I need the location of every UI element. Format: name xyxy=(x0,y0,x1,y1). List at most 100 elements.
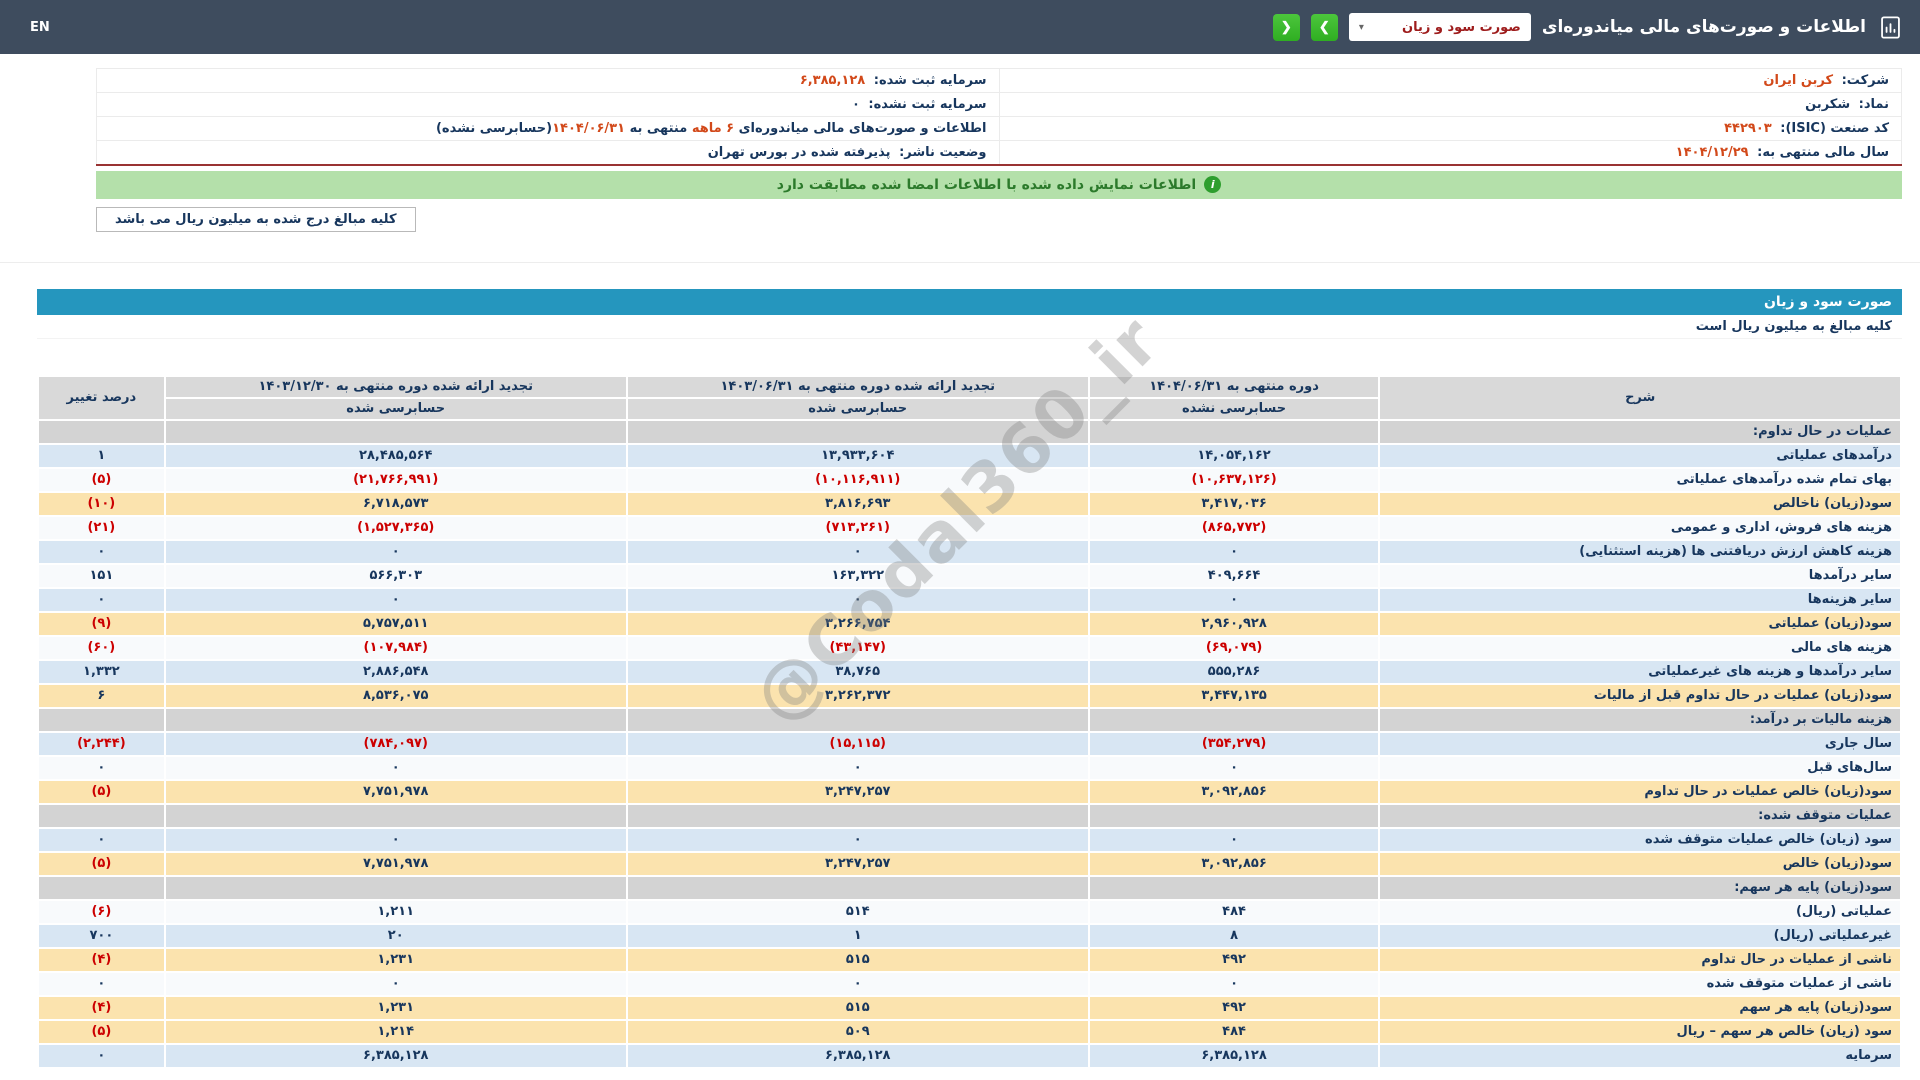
statement-table-header: شرح دوره منتهی به ۱۴۰۴/۰۶/۳۱ تجدید ارائه… xyxy=(38,376,1901,420)
value-cell: (۳۵۴,۲۷۹) xyxy=(1089,732,1380,756)
value-cell: (۱۰,۶۳۷,۱۲۶) xyxy=(1089,468,1380,492)
info-cell-right: کد صنعت (ISIC): ۴۴۲۹۰۳ xyxy=(999,117,1902,141)
value-cell: ۰ xyxy=(1089,972,1380,996)
nav-forward-button[interactable]: ❮ xyxy=(1273,14,1300,41)
row-label: سال جاری xyxy=(1379,732,1901,756)
value-cell: ۳,۰۹۲,۸۵۶ xyxy=(1089,852,1380,876)
value-cell xyxy=(627,876,1089,900)
value-cell: ۰ xyxy=(165,540,627,564)
statement-row: سایر درآمدها۴۰۹,۶۶۴۱۶۳,۳۲۲۵۶۶,۳۰۳۱۵۱ xyxy=(38,564,1901,588)
statement-row: سود (زیان) خالص هر سهم – ریال۴۸۴۵۰۹۱,۲۱۴… xyxy=(38,1020,1901,1044)
row-label: سود(زیان) عملیاتی xyxy=(1379,612,1901,636)
amounts-unit-note-box: کلیه مبالغ درج شده به میلیون ریال می باش… xyxy=(96,207,416,232)
row-label: سود(زیان) عملیات در حال تداوم قبل از مال… xyxy=(1379,684,1901,708)
change-percent-cell: (۵) xyxy=(38,468,165,492)
statement-row: بهای تمام شده درآمدهای عملیاتی(۱۰,۶۳۷,۱۲… xyxy=(38,468,1901,492)
value-cell: (۴۳,۱۴۷) xyxy=(627,636,1089,660)
statement-row: هزینه کاهش ارزش دریافتنی ها (هزینه استثن… xyxy=(38,540,1901,564)
row-label: هزینه مالیات بر درآمد: xyxy=(1379,708,1901,732)
section-row: سود(زیان) پایه هر سهم: xyxy=(38,876,1901,900)
language-toggle-en[interactable]: EN xyxy=(30,20,50,35)
value-cell: ۰ xyxy=(627,540,1089,564)
signed-match-banner: i اطلاعات نمایش داده شده با اطلاعات امضا… xyxy=(96,171,1902,199)
row-label: سایر درآمدها xyxy=(1379,564,1901,588)
row-label: ناشی از عملیات متوقف شده xyxy=(1379,972,1901,996)
value-cell: (۱۰,۱۱۶,۹۱۱) xyxy=(627,468,1089,492)
section-row: هزینه مالیات بر درآمد: xyxy=(38,708,1901,732)
value-cell: ۶,۳۸۵,۱۲۸ xyxy=(627,1044,1089,1068)
value-cell: ۳,۲۶۶,۷۵۴ xyxy=(627,612,1089,636)
statement-row: سود(زیان) عملیات در حال تداوم قبل از مال… xyxy=(38,684,1901,708)
statement-row: سود(زیان) خالص۳,۰۹۲,۸۵۶۳,۲۴۷,۲۵۷۷,۷۵۱,۹۷… xyxy=(38,852,1901,876)
info-cell-left: وضعیت ناشر: پذیرفته شده در بورس تهران xyxy=(97,141,1000,165)
value-cell: ۵۱۵ xyxy=(627,948,1089,972)
value-cell xyxy=(627,804,1089,828)
value-cell: (۷۱۳,۲۶۱) xyxy=(627,516,1089,540)
statement-row: سایر درآمدها و هزینه های غیرعملیاتی۵۵۵,۲… xyxy=(38,660,1901,684)
statement-row: درآمدهای عملیاتی۱۴,۰۵۴,۱۶۲۱۳,۹۳۳,۶۰۴۲۸,۴… xyxy=(38,444,1901,468)
value-cell: ۶,۳۸۵,۱۲۸ xyxy=(1089,1044,1380,1068)
value-cell: (۱۰۷,۹۸۴) xyxy=(165,636,627,660)
info-cell-left: سرمایه ثبت نشده: ۰ xyxy=(97,93,1000,117)
value-cell: ۶,۳۸۵,۱۲۸ xyxy=(165,1044,627,1068)
change-percent-cell: (۲,۲۴۴) xyxy=(38,732,165,756)
value-cell xyxy=(1089,708,1380,732)
value-cell: ۴۹۲ xyxy=(1089,948,1380,972)
change-percent-cell xyxy=(38,420,165,444)
value-cell: ۵۱۴ xyxy=(627,900,1089,924)
value-cell: (۸۶۵,۷۷۲) xyxy=(1089,516,1380,540)
info-row: نماد: شکربنسرمایه ثبت نشده: ۰ xyxy=(97,93,1902,117)
value-cell: ۲,۸۸۶,۵۴۸ xyxy=(165,660,627,684)
row-label: سود(زیان) ناخالص xyxy=(1379,492,1901,516)
page-title: اطلاعات و صورت‌های مالی میاندوره‌ای xyxy=(1542,17,1866,37)
value-cell: ۱۴,۰۵۴,۱۶۲ xyxy=(1089,444,1380,468)
statement-title-bar: صورت سود و زیان xyxy=(37,289,1902,315)
change-percent-cell: ۰ xyxy=(38,756,165,780)
row-label: ناشی از عملیات در حال تداوم xyxy=(1379,948,1901,972)
section-divider xyxy=(0,262,1920,263)
change-percent-cell xyxy=(38,708,165,732)
value-cell: ۰ xyxy=(1089,756,1380,780)
statement-table: شرح دوره منتهی به ۱۴۰۴/۰۶/۳۱ تجدید ارائه… xyxy=(37,375,1902,1069)
change-percent-cell: (۲۱) xyxy=(38,516,165,540)
info-cell-right: نماد: شکربن xyxy=(999,93,1902,117)
value-cell: ۱,۲۳۱ xyxy=(165,996,627,1020)
audit-status-annual: حسابرسی شده xyxy=(165,398,627,420)
statement-row: سود(زیان) پایه هر سهم۴۹۲۵۱۵۱,۲۳۱(۴) xyxy=(38,996,1901,1020)
value-cell: ۴۰۹,۶۶۴ xyxy=(1089,564,1380,588)
change-percent-cell: (۴) xyxy=(38,948,165,972)
row-label: سود (زیان) خالص عملیات متوقف شده xyxy=(1379,828,1901,852)
info-cell-right: سال مالی منتهی به: ۱۴۰۴/۱۲/۲۹ xyxy=(999,141,1902,165)
nav-back-button[interactable]: ❯ xyxy=(1311,14,1338,41)
info-row: شرکت: کربن ایرانسرمایه ثبت شده: ۶,۳۸۵,۱۲… xyxy=(97,69,1902,93)
value-cell: ۲۰ xyxy=(165,924,627,948)
row-label: سایر درآمدها و هزینه های غیرعملیاتی xyxy=(1379,660,1901,684)
value-cell: ۳,۰۹۲,۸۵۶ xyxy=(1089,780,1380,804)
change-percent-cell: ۶ xyxy=(38,684,165,708)
value-cell: (۱۵,۱۱۵) xyxy=(627,732,1089,756)
info-cell-right: شرکت: کربن ایران xyxy=(999,69,1902,93)
info-icon: i xyxy=(1204,176,1221,193)
row-label: سود(زیان) خالص xyxy=(1379,852,1901,876)
info-row: سال مالی منتهی به: ۱۴۰۴/۱۲/۲۹وضعیت ناشر:… xyxy=(97,141,1902,165)
change-percent-cell: ۱,۳۳۲ xyxy=(38,660,165,684)
value-cell: ۲,۹۶۰,۹۲۸ xyxy=(1089,612,1380,636)
statement-type-select[interactable]: صورت سود و زیان ▾ xyxy=(1349,13,1531,41)
change-percent-cell: ۷۰۰ xyxy=(38,924,165,948)
statement-row: سایر هزینه‌ها۰۰۰۰ xyxy=(38,588,1901,612)
statement-row: سال جاری(۳۵۴,۲۷۹)(۱۵,۱۱۵)(۷۸۴,۰۹۷)(۲,۲۴۴… xyxy=(38,732,1901,756)
change-percent-cell: ۰ xyxy=(38,1044,165,1068)
value-cell xyxy=(165,420,627,444)
value-cell: ۰ xyxy=(1089,588,1380,612)
value-cell: ۰ xyxy=(627,756,1089,780)
value-cell: ۰ xyxy=(165,756,627,780)
column-header-description: شرح xyxy=(1379,376,1901,420)
info-cell-left: سرمایه ثبت شده: ۶,۳۸۵,۱۲۸ xyxy=(97,69,1000,93)
change-percent-cell: ۱ xyxy=(38,444,165,468)
value-cell xyxy=(1089,876,1380,900)
value-cell: ۳,۲۴۷,۲۵۷ xyxy=(627,780,1089,804)
navbar-right-group: اطلاعات و صورت‌های مالی میاندوره‌ای صورت… xyxy=(1273,13,1904,41)
value-cell: ۳,۲۴۷,۲۵۷ xyxy=(627,852,1089,876)
section-row: عملیات متوقف شده: xyxy=(38,804,1901,828)
value-cell xyxy=(1089,420,1380,444)
